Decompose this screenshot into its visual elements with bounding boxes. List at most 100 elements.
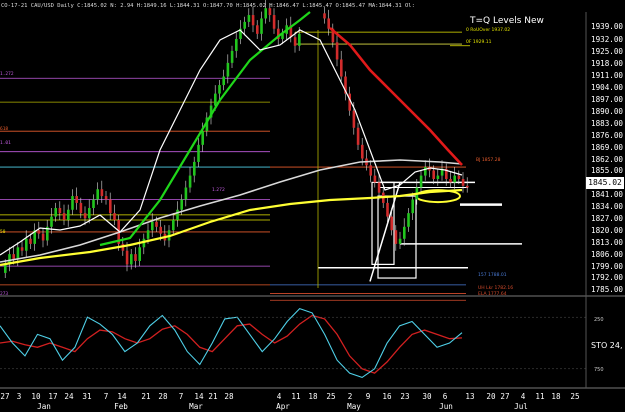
candle-body bbox=[75, 196, 78, 203]
candle-body bbox=[184, 187, 188, 200]
price-tick: 1897.00 bbox=[591, 95, 624, 104]
candle-body bbox=[222, 76, 225, 86]
candle-body bbox=[327, 18, 330, 29]
candle-body bbox=[29, 238, 32, 244]
price-tick: 1876.00 bbox=[591, 131, 624, 140]
price-tick: 1834.00 bbox=[591, 202, 624, 211]
date-tick: 28 bbox=[224, 392, 234, 401]
price-chart[interactable] bbox=[0, 0, 625, 412]
candle-body bbox=[88, 208, 91, 219]
left-level-label: 618 bbox=[0, 127, 9, 132]
stochastic-slow-line bbox=[0, 314, 463, 374]
level-annotation-bj: BJ 1857.28 bbox=[476, 158, 501, 163]
candle-body bbox=[356, 127, 360, 145]
candle-body bbox=[50, 216, 53, 227]
candle-body bbox=[113, 213, 116, 220]
candle-body bbox=[176, 209, 179, 220]
chart-header-info: CO-17-21 CAU/USD Daily C:1845.02 N: 2.94… bbox=[1, 3, 415, 9]
candle-body bbox=[373, 175, 377, 183]
price-tick: 1841.00 bbox=[591, 190, 624, 199]
price-tick: 1932.00 bbox=[591, 35, 624, 44]
date-tick: 20 bbox=[486, 392, 496, 401]
candle-body bbox=[58, 208, 62, 214]
candle-body bbox=[4, 264, 7, 273]
month-tick: Jun bbox=[439, 402, 453, 411]
level-annotation-fib: 1.272 bbox=[212, 188, 225, 193]
date-tick: 14 bbox=[194, 392, 204, 401]
candle-body bbox=[37, 230, 41, 234]
candle-body bbox=[226, 62, 230, 77]
candle-body bbox=[272, 15, 276, 29]
candle-body bbox=[12, 254, 15, 260]
date-tick: 21 bbox=[141, 392, 151, 401]
date-tick: 14 bbox=[117, 392, 127, 401]
date-tick: 2 bbox=[347, 392, 353, 401]
level-annotation-uh: UH Lkr 1782.16 bbox=[478, 286, 514, 291]
date-tick: 4 bbox=[276, 392, 282, 401]
month-tick: Jul bbox=[514, 402, 528, 411]
candle-body bbox=[251, 15, 255, 26]
ma-line-green bbox=[99, 11, 311, 247]
month-tick: May bbox=[347, 402, 361, 411]
date-tick: 21 bbox=[208, 392, 218, 401]
date-tick: 4 bbox=[520, 392, 526, 401]
date-tick: 25 bbox=[570, 392, 580, 401]
indicator-panel-title: T=Q Levels New bbox=[470, 16, 544, 26]
candle-body bbox=[125, 250, 129, 265]
candle-body bbox=[394, 230, 398, 244]
date-tick: 11 bbox=[535, 392, 545, 401]
candle-body bbox=[436, 175, 440, 179]
date-tick: 18 bbox=[551, 392, 561, 401]
candle-body bbox=[54, 208, 57, 217]
candle-body bbox=[130, 254, 133, 265]
candle-body bbox=[352, 110, 356, 128]
left-level-label: 50 bbox=[0, 230, 6, 235]
oscillator-level-low: 750 bbox=[594, 367, 604, 373]
candle-body bbox=[193, 161, 196, 176]
candle-body bbox=[159, 226, 162, 234]
candle-body bbox=[398, 238, 402, 244]
candle-body bbox=[424, 167, 427, 176]
candle-body bbox=[218, 85, 221, 94]
price-tick: 1806.00 bbox=[591, 250, 624, 259]
candle-body bbox=[79, 202, 83, 214]
candle-body bbox=[67, 209, 70, 220]
candle-body bbox=[180, 199, 183, 210]
price-tick: 1792.00 bbox=[591, 273, 624, 282]
price-tick: 1939.00 bbox=[591, 22, 624, 31]
stochastic-fast-line bbox=[0, 307, 463, 379]
candle-body bbox=[134, 254, 137, 261]
candle-body bbox=[20, 247, 24, 251]
month-tick: Feb bbox=[114, 402, 128, 411]
date-tick: 25 bbox=[326, 392, 336, 401]
date-tick: 13 bbox=[465, 392, 475, 401]
level-annotation-of: 0F 1929.11 bbox=[466, 40, 492, 45]
candle-body bbox=[188, 175, 192, 188]
date-tick: 31 bbox=[82, 392, 92, 401]
candle-body bbox=[201, 131, 204, 145]
date-tick: 18 bbox=[308, 392, 318, 401]
candle-body bbox=[71, 196, 74, 210]
candle-body bbox=[449, 178, 452, 183]
candle-body bbox=[104, 196, 108, 200]
price-tick: 1904.00 bbox=[591, 83, 624, 92]
month-tick: Apr bbox=[276, 402, 290, 411]
candle-body bbox=[247, 15, 251, 22]
candle-body bbox=[16, 247, 20, 260]
date-tick: 3 bbox=[16, 392, 22, 401]
candle-body bbox=[340, 59, 343, 77]
date-tick: 17 bbox=[48, 392, 58, 401]
candle-body bbox=[369, 165, 372, 176]
candle-body bbox=[466, 185, 469, 188]
month-tick: Jan bbox=[37, 402, 51, 411]
candle-body bbox=[138, 247, 141, 261]
candle-body bbox=[335, 42, 339, 60]
price-tick: 1813.00 bbox=[591, 238, 624, 247]
candle-body bbox=[260, 18, 263, 34]
price-tick: 1855.00 bbox=[591, 166, 624, 175]
candle-body bbox=[407, 213, 410, 227]
candle-body bbox=[96, 189, 99, 200]
oscillator-level-high: 250 bbox=[594, 317, 604, 323]
price-tick: 1820.00 bbox=[591, 226, 624, 235]
candle-body bbox=[100, 189, 104, 197]
